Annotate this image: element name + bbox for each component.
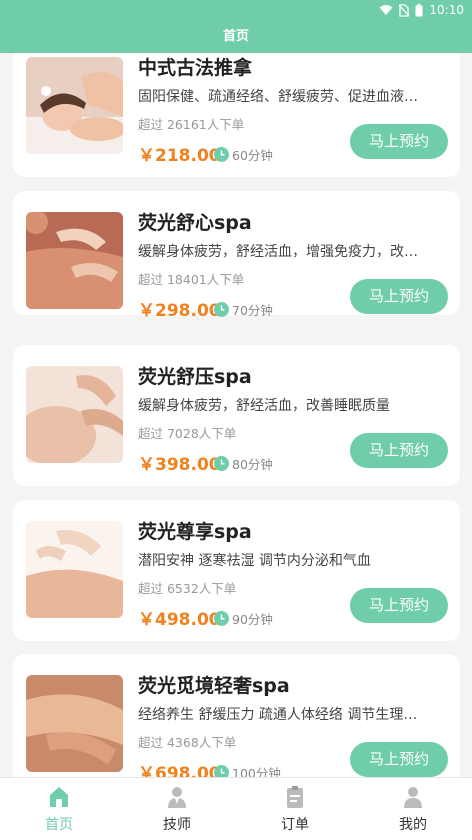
service-desc: 固阳保健、疏通经络、舒缓疲劳、促进血液…	[138, 89, 418, 105]
tab-label: 我的	[399, 817, 427, 833]
service-card[interactable]: 中式古法推拿 固阳保健、疏通经络、舒缓疲劳、促进血液… 超过 26161人下单 …	[13, 53, 460, 177]
service-title: 荧光觅境轻奢spa	[138, 675, 290, 697]
tab-orders[interactable]: 订单	[236, 778, 354, 840]
massage-arm-photo	[26, 675, 123, 772]
tab-label: 订单	[281, 817, 309, 833]
book-now-button[interactable]: 马上预约	[350, 742, 448, 777]
service-desc: 潜阳安神 逐寒祛湿 调节内分泌和气血	[138, 553, 371, 569]
service-title: 中式古法推拿	[138, 57, 253, 79]
wifi-icon	[379, 5, 393, 15]
service-desc: 缓解身体疲劳，舒经活血，改善睡眠质量	[138, 398, 390, 414]
sold-count: 超过 6532人下单	[138, 581, 237, 596]
clock-icon	[214, 611, 229, 626]
book-now-button[interactable]: 马上预约	[350, 124, 448, 159]
tab-label: 技师	[163, 817, 191, 833]
service-price: ￥498.00	[138, 610, 221, 630]
service-card[interactable]: 荧光舒心spa 缓解身体疲劳，舒经活血，增强免疫力，改… 超过 18401人下单…	[13, 191, 460, 321]
service-price: ￥398.00	[138, 455, 221, 475]
tab-home[interactable]: 首页	[0, 778, 118, 840]
clock-icon	[214, 147, 229, 162]
status-bar: 10:10	[0, 0, 472, 20]
page-title: 首页	[222, 29, 249, 44]
service-duration: 80分钟	[214, 454, 273, 473]
service-duration: 70分钟	[214, 300, 273, 319]
service-title: 荧光舒压spa	[138, 366, 252, 388]
nav-bar: 首页	[0, 20, 472, 53]
massage-shoulder-photo	[26, 212, 123, 309]
service-duration: 60分钟	[214, 145, 273, 164]
book-now-button[interactable]: 马上预约	[350, 279, 448, 314]
tab-label: 首页	[45, 817, 73, 833]
service-desc: 缓解身体疲劳，舒经活血，增强免疫力，改…	[138, 244, 418, 260]
massage-neck-photo	[26, 366, 123, 463]
service-duration: 100分钟	[214, 763, 281, 777]
duration-text: 80分钟	[232, 457, 273, 472]
no-sim-icon	[399, 3, 410, 17]
sold-count: 超过 4368人下单	[138, 735, 237, 750]
bottom-tab-bar: 首页 技师 订单 我的	[0, 777, 472, 840]
service-title: 荧光尊享spa	[138, 521, 252, 543]
book-now-button[interactable]: 马上预约	[350, 588, 448, 623]
duration-text: 70分钟	[232, 303, 273, 318]
duration-text: 90分钟	[232, 612, 273, 627]
profile-icon	[404, 787, 422, 808]
clock-icon	[214, 302, 229, 317]
duration-text: 60分钟	[232, 148, 273, 163]
clock-icon	[214, 765, 229, 777]
clock-time: 10:10	[429, 3, 464, 17]
technician-icon	[168, 787, 186, 808]
service-desc: 经络养生 舒缓压力 疏通人体经络 调节生理…	[138, 707, 418, 723]
massage-face-photo	[26, 57, 123, 154]
service-card[interactable]: 荧光舒压spa 缓解身体疲劳，舒经活血，改善睡眠质量 超过 7028人下单 ￥3…	[13, 345, 460, 486]
battery-icon	[415, 3, 423, 16]
service-title: 荧光舒心spa	[138, 212, 252, 234]
duration-text: 100分钟	[232, 766, 281, 777]
clock-icon	[214, 456, 229, 471]
service-card[interactable]: 荧光觅境轻奢spa 经络养生 舒缓压力 疏通人体经络 调节生理… 超过 4368…	[13, 654, 460, 777]
book-now-button[interactable]: 马上预约	[350, 433, 448, 468]
service-price: ￥698.00	[138, 764, 221, 777]
order-icon	[287, 786, 303, 808]
tab-profile[interactable]: 我的	[354, 778, 472, 840]
service-card[interactable]: 荧光尊享spa 潜阳安神 逐寒祛湿 调节内分泌和气血 超过 6532人下单 ￥4…	[13, 500, 460, 641]
tab-technician[interactable]: 技师	[118, 778, 236, 840]
home-icon	[50, 787, 68, 807]
service-price: ￥298.00	[138, 301, 221, 321]
massage-back-photo	[26, 521, 123, 618]
service-list[interactable]: 中式古法推拿 固阳保健、疏通经络、舒缓疲劳、促进血液… 超过 26161人下单 …	[0, 53, 472, 777]
sold-count: 超过 18401人下单	[138, 272, 245, 287]
sold-count: 超过 7028人下单	[138, 426, 237, 441]
service-price: ￥218.00	[138, 146, 221, 166]
sold-count: 超过 26161人下单	[138, 117, 245, 132]
service-duration: 90分钟	[214, 609, 273, 628]
